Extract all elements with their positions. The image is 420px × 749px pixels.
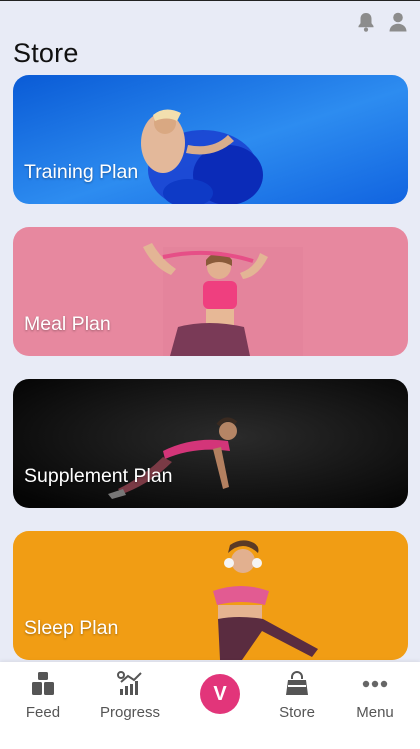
supplement-plan-label: Supplement Plan <box>24 465 173 487</box>
user-icon[interactable] <box>388 11 408 33</box>
nav-label-feed: Feed <box>25 704 61 721</box>
nav-item-menu[interactable]: Menu <box>335 670 415 721</box>
sleep-plan-image <box>13 531 408 660</box>
nav-label-store: Store <box>279 704 315 721</box>
sleep-plan-card[interactable]: Sleep Plan <box>13 531 408 660</box>
sleep-plan-label: Sleep Plan <box>24 617 119 639</box>
plan-card-list: Training Plan Meal Plan Supplement Plan … <box>13 75 408 683</box>
progress-chart-icon <box>117 671 142 695</box>
bottom-navigation: Feed Progress V Store Menu <box>0 662 420 749</box>
nav-item-progress[interactable]: Progress <box>90 670 170 721</box>
meal-plan-label: Meal Plan <box>24 313 111 335</box>
training-plan-image <box>13 75 408 204</box>
meal-plan-card[interactable]: Meal Plan <box>13 227 408 356</box>
meal-plan-image <box>13 227 408 356</box>
training-plan-label: Training Plan <box>24 161 139 183</box>
page-title: Store <box>13 38 79 68</box>
nav-label-progress: Progress <box>99 704 161 721</box>
nav-item-store[interactable]: Store <box>257 670 337 721</box>
nav-label-menu: Menu <box>356 704 394 721</box>
nav-item-feed[interactable]: Feed <box>3 670 83 721</box>
top-icons <box>356 11 408 33</box>
training-plan-card[interactable]: Training Plan <box>13 75 408 204</box>
supplement-plan-card[interactable]: Supplement Plan <box>13 379 408 508</box>
feed-icon <box>32 672 54 695</box>
brand-logo-button[interactable]: V <box>200 674 240 714</box>
bell-icon[interactable] <box>356 11 376 33</box>
top-bar <box>0 0 420 40</box>
supplement-plan-image <box>13 379 408 508</box>
shopping-bag-icon <box>286 671 308 695</box>
more-dots-icon <box>362 680 388 688</box>
